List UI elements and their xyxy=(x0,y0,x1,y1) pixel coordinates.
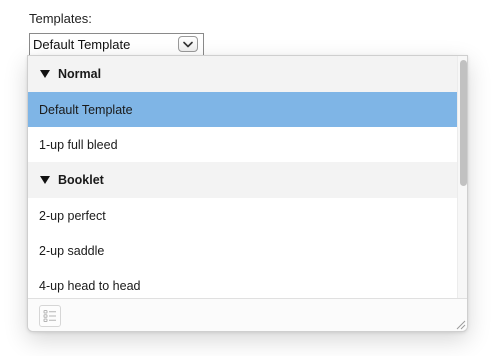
list-item-label: Default Template xyxy=(39,102,133,117)
templates-list: Normal Default Template 1-up full bleed … xyxy=(28,56,457,298)
group-header-booklet[interactable]: Booklet xyxy=(28,162,457,198)
list-view-button[interactable] xyxy=(39,305,61,327)
group-header-normal[interactable]: Normal xyxy=(28,56,457,92)
templates-popup: Normal Default Template 1-up full bleed … xyxy=(27,55,468,332)
list-item-label: 4-up head to head xyxy=(39,278,141,293)
popup-footer xyxy=(28,298,467,331)
list-item-label: 2-up saddle xyxy=(39,243,105,258)
templates-label: Templates: xyxy=(29,11,92,26)
list-item-1-up-full-bleed[interactable]: 1-up full bleed xyxy=(28,127,457,162)
list-view-icon xyxy=(43,310,56,322)
disclosure-triangle-down-icon xyxy=(40,70,50,78)
templates-dropdown[interactable]: Default Template xyxy=(29,33,204,55)
dropdown-toggle-button[interactable] xyxy=(178,36,198,52)
group-header-label: Booklet xyxy=(58,173,104,187)
list-item-default-template[interactable]: Default Template xyxy=(28,92,457,127)
resize-grip-icon[interactable] xyxy=(455,319,466,330)
disclosure-triangle-down-icon xyxy=(40,176,50,184)
vertical-scrollbar[interactable] xyxy=(457,56,467,298)
list-item-label: 1-up full bleed xyxy=(39,137,118,152)
templates-dropdown-value: Default Template xyxy=(33,37,131,52)
list-item-2-up-perfect[interactable]: 2-up perfect xyxy=(28,198,457,233)
list-item-label: 2-up perfect xyxy=(39,208,106,223)
group-header-label: Normal xyxy=(58,67,102,81)
list-item-4-up-head-to-head[interactable]: 4-up head to head xyxy=(28,268,457,298)
list-item-2-up-saddle[interactable]: 2-up saddle xyxy=(28,233,457,268)
chevron-down-icon xyxy=(183,41,193,47)
scrollbar-thumb[interactable] xyxy=(460,60,467,186)
